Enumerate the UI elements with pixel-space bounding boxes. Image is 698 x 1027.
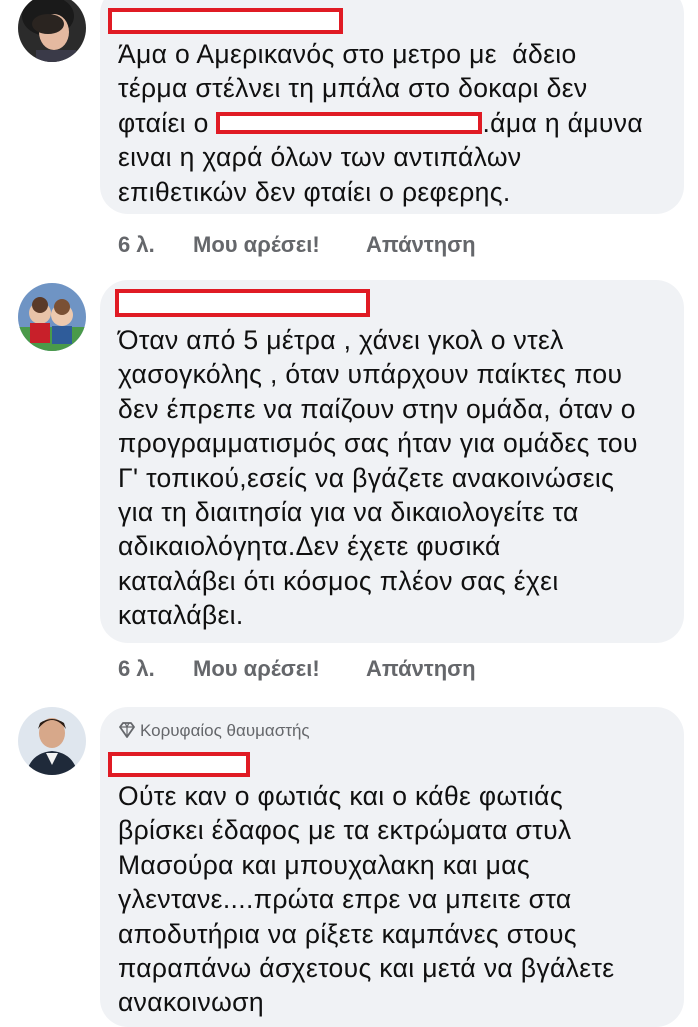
comment-bubble: Άμα ο Αμερικανός στο μετρο με άδειο τέρμ…	[100, 0, 684, 214]
avatar[interactable]	[18, 283, 86, 351]
redacted-author-name	[108, 8, 343, 34]
comment-text: Ούτε καν ο φωτιάς και ο κάθε φωτιάς βρίσ…	[118, 781, 615, 1018]
reply-button[interactable]: Απάντηση	[366, 232, 476, 258]
badge-label: Κορυφαίος θαυμαστής	[140, 721, 310, 740]
redacted-author-name	[108, 752, 250, 777]
comment-text: Άμα ο Αμερικανός στο μετρο με άδειο τέρμ…	[118, 39, 644, 207]
reply-button[interactable]: Απάντηση	[366, 656, 476, 682]
comment-bubble: Κορυφαίος θαυμαστής Ούτε καν ο φωτιάς κα…	[100, 707, 684, 1027]
like-button[interactable]: Μου αρέσει!	[193, 656, 320, 682]
avatar[interactable]	[18, 707, 86, 775]
comment-time: 6 λ.	[118, 656, 155, 681]
diamond-icon	[119, 722, 135, 738]
comment-text: Όταν από 5 μέτρα , χάνει γκολ ο ντελ χασ…	[118, 325, 638, 631]
comment-bubble: Όταν από 5 μέτρα , χάνει γκολ ο ντελ χασ…	[100, 280, 684, 643]
comment-time: 6 λ.	[118, 232, 155, 257]
like-button[interactable]: Μου αρέσει!	[193, 232, 320, 258]
avatar[interactable]	[18, 0, 86, 62]
redacted-mention	[216, 111, 483, 134]
top-fan-badge: Κορυφαίος θαυμαστής	[118, 721, 310, 741]
redacted-author-name	[115, 289, 370, 317]
